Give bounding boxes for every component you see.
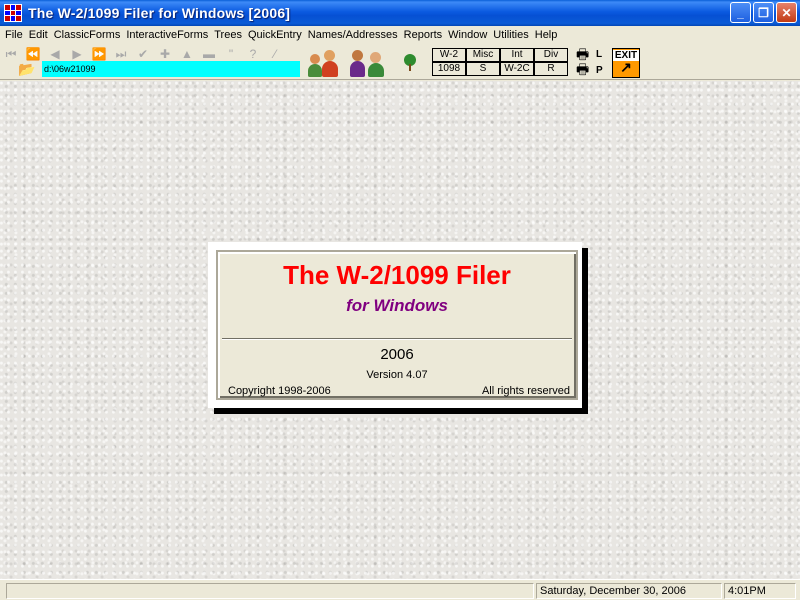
prev-icon[interactable]: ◀ xyxy=(46,47,64,62)
form-button-w2c[interactable]: W-2C xyxy=(500,62,534,76)
printer-landscape-label: L xyxy=(596,49,603,60)
splash-title: The W-2/1099 Filer xyxy=(283,260,511,290)
folder-icon[interactable]: 📂 xyxy=(18,62,36,76)
splash-rights: All rights reserved xyxy=(481,385,570,397)
app-icon[interactable] xyxy=(4,4,22,22)
restore-button[interactable]: ❐ xyxy=(753,2,774,23)
printer-portrait-label: P xyxy=(596,65,603,76)
record-nav-group: ⏮ ⏪ ◀ ▶ ⏩ ⏭ ✔ ✚ ▲ ▬ " ? ⁄ xyxy=(2,47,284,62)
menu-trees[interactable]: Trees xyxy=(211,29,245,41)
form-button-s[interactable]: S xyxy=(466,62,500,76)
plus-icon[interactable]: ✚ xyxy=(156,47,174,62)
splash-dialog: The W-2/1099 Filer for Windows 2006 Vers… xyxy=(208,242,582,408)
window-title: The W-2/1099 Filer for Windows [2006] xyxy=(28,5,291,21)
form-button-r[interactable]: R xyxy=(534,62,568,76)
title-bar[interactable]: The W-2/1099 Filer for Windows [2006] _ … xyxy=(0,0,800,26)
menu-reports[interactable]: Reports xyxy=(401,29,446,41)
form-button-w2[interactable]: W-2 xyxy=(432,48,466,62)
status-time: 4:01PM xyxy=(724,583,796,599)
printer-landscape-icon[interactable]: 🖶 xyxy=(576,47,594,61)
quote-icon[interactable]: " xyxy=(222,47,240,62)
up-icon[interactable]: ▲ xyxy=(178,47,196,62)
minus-icon[interactable]: ▬ xyxy=(200,47,218,62)
form-button-int[interactable]: Int xyxy=(500,48,534,62)
recipients-icon[interactable] xyxy=(350,46,386,78)
menu-help[interactable]: Help xyxy=(532,29,561,41)
next-page-icon[interactable]: ⏩ xyxy=(90,47,108,62)
help-icon[interactable]: ? xyxy=(244,47,262,62)
menu-window[interactable]: Window xyxy=(445,29,490,41)
tree-icon[interactable] xyxy=(402,54,418,72)
exit-button[interactable]: EXIT ↗ xyxy=(612,48,640,78)
printer-portrait-icon[interactable]: 🖶 xyxy=(576,62,594,76)
exit-arrow-icon: ↗ xyxy=(620,59,632,75)
path-field[interactable]: d:\06w21099 xyxy=(42,61,300,77)
menu-interactiveforms[interactable]: InteractiveForms xyxy=(123,29,211,41)
minimize-button[interactable]: _ xyxy=(730,2,751,23)
menu-edit[interactable]: Edit xyxy=(26,29,51,41)
status-date: Saturday, December 30, 2006 xyxy=(536,583,722,599)
check-icon[interactable]: ✔ xyxy=(134,47,152,62)
menu-file[interactable]: File xyxy=(2,29,26,41)
menu-quickentry[interactable]: QuickEntry xyxy=(245,29,305,41)
prev-page-icon[interactable]: ⏪ xyxy=(24,47,42,62)
form-buttons-grid: W-2 Misc Int Div 1098 S W-2C R xyxy=(432,48,568,76)
splash-divider xyxy=(222,338,572,340)
toolbar: ⏮ ⏪ ◀ ▶ ⏩ ⏭ ✔ ✚ ▲ ▬ " ? ⁄ 📂 d:\06w21099 … xyxy=(0,44,800,80)
next-icon[interactable]: ▶ xyxy=(68,47,86,62)
splash-year: 2006 xyxy=(380,346,414,363)
form-button-div[interactable]: Div xyxy=(534,48,568,62)
close-button[interactable]: ✕ xyxy=(776,2,797,23)
form-button-1098[interactable]: 1098 xyxy=(432,62,466,76)
menu-names-addresses[interactable]: Names/Addresses xyxy=(305,29,401,41)
splash-panel: The W-2/1099 Filer for Windows 2006 Vers… xyxy=(216,250,578,400)
splash-subtitle: for Windows xyxy=(346,296,448,315)
splash-version: Version 4.07 xyxy=(366,369,428,381)
first-record-icon[interactable]: ⏮ xyxy=(2,47,20,62)
payers-icon[interactable] xyxy=(306,46,342,78)
menu-utilities[interactable]: Utilities xyxy=(490,29,531,41)
menu-classicforms[interactable]: ClassicForms xyxy=(51,29,124,41)
status-bar: Saturday, December 30, 2006 4:01PM xyxy=(0,579,800,600)
last-record-icon[interactable]: ⏭ xyxy=(112,47,130,62)
form-button-misc[interactable]: Misc xyxy=(466,48,500,62)
delete-icon[interactable]: ⁄ xyxy=(266,47,284,62)
menu-bar: File Edit ClassicForms InteractiveForms … xyxy=(0,26,800,44)
status-message-panel xyxy=(6,583,534,599)
splash-copyright: Copyright 1998-2006 xyxy=(228,385,331,397)
